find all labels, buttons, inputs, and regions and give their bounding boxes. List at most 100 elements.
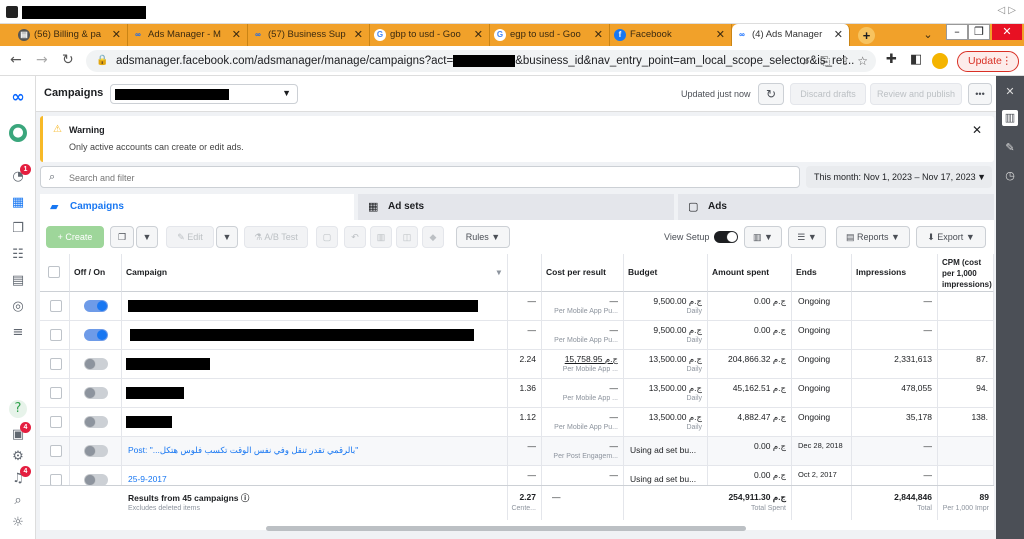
events-manager-icon[interactable]: ◎ [9,298,27,316]
close-panel-icon[interactable]: ✕ [1002,84,1018,100]
side-panel-icon[interactable]: ◧ [910,52,922,67]
pages-icon[interactable]: ❐ [9,220,27,238]
edit-button[interactable]: ✎ Edit [166,226,214,248]
campaign-name-cell[interactable] [122,379,508,408]
column-header-cpm[interactable]: CPM (cost per 1,000 impressions) [938,254,994,292]
row-checkbox[interactable] [50,300,62,312]
bell-icon[interactable]: ♫ 4 [9,466,31,488]
bug-report-icon[interactable]: ☼ [9,514,27,532]
zoom-icon[interactable]: ⌕ [803,50,810,72]
table-row[interactable]: 1.12 — Per Mobile App Pu... 13,500.00 ج.م… [40,408,994,437]
row-checkbox[interactable] [50,358,62,370]
search-filter-bar[interactable]: ⌕ [40,166,800,188]
window-nav-arrows-icon[interactable]: ◁ ▷ [997,5,1016,16]
browser-tab-billing[interactable]: ▤ (56) Billing & pa ✕ [14,24,128,46]
close-tab-icon[interactable]: ✕ [594,24,603,46]
browser-tab-gbp-usd[interactable]: G gbp to usd - Goo ✕ [370,24,490,46]
browser-tab-egp-usd[interactable]: G egp to usd - Goo ✕ [490,24,610,46]
minimize-button[interactable]: – [946,24,968,40]
row-checkbox[interactable] [50,329,62,341]
tab-ads[interactable]: ▢ Ads [678,194,994,220]
budget-cell[interactable]: 13,500.00 ج.م Daily [624,350,708,379]
back-icon[interactable]: ← [10,52,22,68]
tab-ad-sets[interactable]: ▦ Ad sets [358,194,674,220]
ab-test-button[interactable]: ⚗ A/B Test [244,226,308,248]
browser-tab-facebook[interactable]: f Facebook ✕ [610,24,732,46]
close-warning-icon[interactable]: ✕ [972,123,982,137]
campaign-name-link[interactable]: Post: "...بالرقمي تقدر تنقل وفي نفس الوق… [128,445,358,456]
budget-cell[interactable]: 9,500.00 ج.م Daily [624,292,708,321]
close-tab-icon[interactable]: ✕ [112,24,121,46]
review-publish-button[interactable]: Review and publish [870,83,962,105]
campaign-toggle-on[interactable] [84,300,108,312]
column-header-results[interactable] [508,254,542,292]
info-icon[interactable]: ⓘ [241,493,250,503]
close-window-button[interactable]: ✕ [992,24,1022,40]
help-icon[interactable]: ? [9,400,27,418]
refresh-button[interactable]: ↻ [758,83,784,105]
history-icon[interactable]: ◷ [1002,168,1018,184]
extensions-icon[interactable]: ✚ [886,52,897,67]
export-dropdown[interactable]: ⬇ Export ▼ [916,226,986,248]
budget-cell[interactable]: 13,500.00 ج.م Daily [624,379,708,408]
date-range-picker[interactable]: This month: Nov 1, 2023 – Nov 17, 2023 ▼ [806,166,992,188]
campaign-name-cell[interactable] [122,292,508,321]
forward-icon[interactable]: → [36,52,48,68]
preview-icon[interactable]: ◫ [396,226,418,248]
search-input[interactable] [69,170,769,185]
account-selector[interactable]: ▼ [110,84,298,104]
budget-cell[interactable]: 9,500.00 ج.م Daily [624,321,708,350]
pencil-icon[interactable]: ✎ [1002,140,1018,156]
columns-dropdown[interactable]: ▥ ▼ [744,226,782,248]
reports-dropdown[interactable]: ▤ Reports ▼ [836,226,910,248]
row-checkbox[interactable] [50,387,62,399]
update-button[interactable]: Update ⋮ [957,51,1019,72]
browser-tab-ads-manager[interactable]: ∞ Ads Manager - M ✕ [128,24,248,46]
table-row[interactable]: 2.24 15,758.95 ج.م Per Mobile App ... 13,… [40,350,994,379]
close-tab-icon[interactable]: ✕ [834,24,843,46]
chart-icon[interactable]: ▥ [1002,110,1018,126]
undo-icon[interactable]: ↶ [344,226,366,248]
browser-tab-ads-manager-active[interactable]: ∞ (4) Ads Manager ✕ [732,24,850,46]
install-app-icon[interactable]: ⎘ [820,50,830,72]
campaign-name-cell[interactable] [122,321,508,350]
horizontal-scrollbar[interactable] [266,526,746,531]
billing-icon[interactable]: ▤ [9,272,27,290]
edit-dropdown-icon[interactable]: ▼ [216,226,238,248]
campaign-toggle-off[interactable] [84,445,108,457]
account-avatar[interactable]: ● [9,124,27,142]
column-header-impressions[interactable]: Impressions [852,254,938,292]
new-tab-button[interactable]: + [858,27,875,44]
address-bar[interactable]: 🔒 adsmanager.facebook.com/adsmanager/man… [86,50,876,72]
column-header-ends[interactable]: Ends [792,254,852,292]
trash-icon[interactable]: ▥ [370,226,392,248]
settings-gear-icon[interactable]: ⚙ [9,448,27,466]
campaigns-table-icon[interactable]: ▦ [9,194,27,212]
table-row[interactable]: 1.36 — Per Mobile App ... 13,500.00 ج.م Da… [40,379,994,408]
column-header-off-on[interactable]: Off / On [70,254,122,292]
budget-cell[interactable]: Using ad set bu... [624,437,708,466]
duplicate-icon[interactable]: ❐ [110,226,134,248]
campaign-toggle-on[interactable] [84,329,108,341]
breakdown-dropdown[interactable]: ☰ ▼ [788,226,826,248]
close-tab-icon[interactable]: ✕ [232,24,241,46]
audiences-icon[interactable]: ☷ [9,246,27,264]
table-row[interactable]: — — Per Mobile App Pu... 9,500.00 ج.م Dail… [40,292,994,321]
close-tab-icon[interactable]: ✕ [354,24,363,46]
table-row[interactable]: Post: "...بالرقمي تقدر تنقل وفي نفس الوق… [40,437,994,466]
view-setup-toggle[interactable] [714,231,738,243]
close-tab-icon[interactable]: ✕ [474,24,483,46]
row-checkbox[interactable] [50,416,62,428]
campaign-name-cell[interactable]: Post: "...بالرقمي تقدر تنقل وفي نفس الوق… [122,437,508,466]
profile-avatar[interactable] [932,53,948,69]
rules-dropdown[interactable]: Rules ▼ [456,226,510,248]
events-icon[interactable]: ▣ 4 [9,422,31,444]
browser-tab-business-support[interactable]: ∞ (57) Business Sup ✕ [248,24,370,46]
select-all-checkbox[interactable] [48,266,60,278]
column-header-campaign[interactable]: Campaign ▾ [122,254,508,292]
campaign-toggle-off[interactable] [84,358,108,370]
tab-search-icon[interactable]: ⌄ [918,24,938,46]
maximize-button[interactable]: ❐ [968,24,990,40]
table-row[interactable]: — — Per Mobile App Pu... 9,500.00 ج.م Dail… [40,321,994,350]
meta-logo-icon[interactable]: ∞ [9,88,27,106]
